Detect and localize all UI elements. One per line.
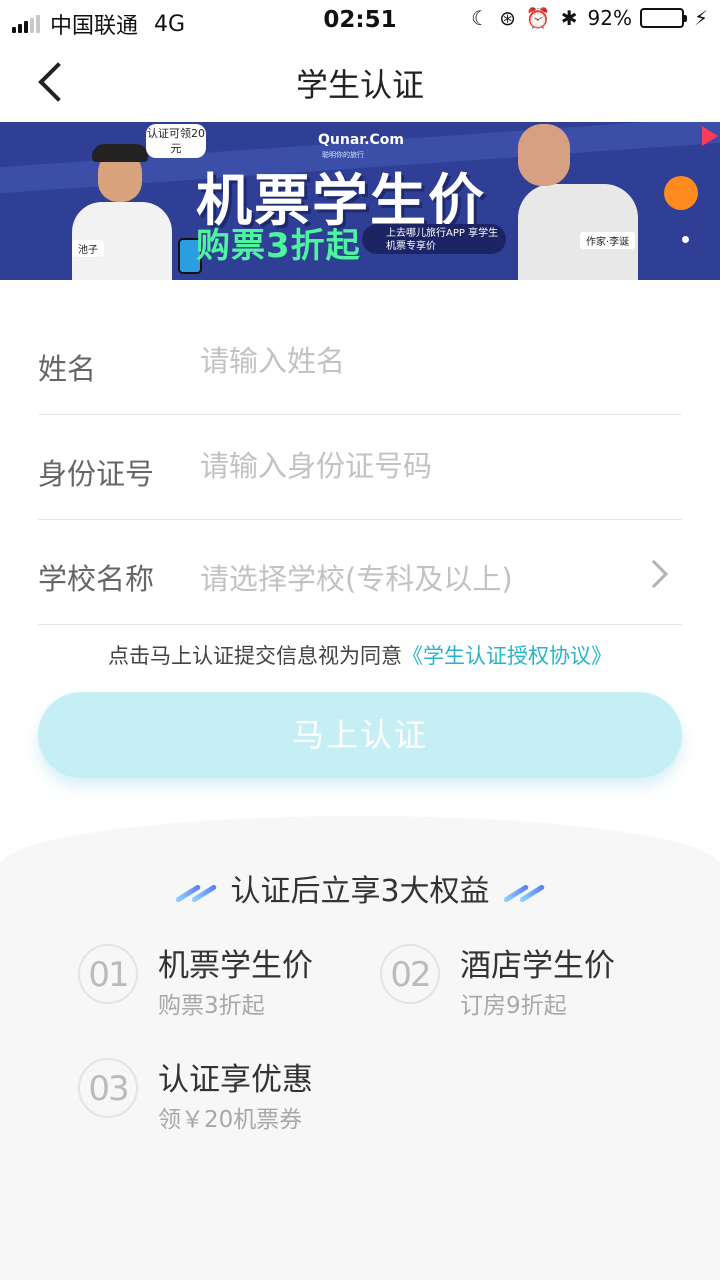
agreement-text: 点击马上认证提交信息视为同意《学生认证授权协议》: [0, 640, 720, 670]
battery-percent: 92%: [587, 6, 632, 30]
orange-dot-decoration: [664, 176, 698, 210]
school-select[interactable]: 请选择学校(专科及以上): [200, 556, 513, 598]
page: 中国联通 4G 02:51 ☾ ⊛ ⏰ ✱ 92% ⚡ 学生认证 认证可领20元…: [0, 0, 720, 1280]
chevron-right-icon[interactable]: [639, 559, 669, 589]
agreement-link[interactable]: 《学生认证授权协议》: [402, 644, 612, 668]
battery-icon: [639, 8, 687, 28]
id-row: 身份证号: [38, 415, 682, 520]
dot-decoration: [682, 236, 689, 243]
name-input[interactable]: [200, 338, 660, 384]
promo-banner[interactable]: 认证可领20元 Qunar.Com 聪明你的旅行 机票学生价 购票3折起 上去哪…: [0, 122, 720, 280]
benefit-item: 03 认证享优惠 领￥20机票券: [78, 1054, 378, 1134]
benefit-number: 03: [78, 1058, 138, 1118]
benefit-number: 01: [78, 944, 138, 1004]
school-row[interactable]: 学校名称 请选择学校(专科及以上): [38, 520, 682, 625]
student-form: 姓名 身份证号 学校名称 请选择学校(专科及以上): [38, 310, 682, 625]
benefit-item: 01 机票学生价 购票3折起: [78, 940, 378, 1020]
brand-logo: Qunar.Com: [318, 132, 404, 148]
banner-subheadline: 购票3折起: [196, 226, 361, 266]
name-row: 姓名: [38, 310, 682, 415]
benefit-item: 02 酒店学生价 订房9折起: [380, 940, 680, 1020]
benefit-subtitle: 购票3折起: [158, 993, 265, 1019]
status-right: ☾ ⊛ ⏰ ✱ 92% ⚡: [461, 6, 708, 30]
charging-icon: ⚡: [693, 6, 708, 30]
benefit-number: 02: [380, 944, 440, 1004]
rotation-lock-icon: ⊛: [499, 6, 516, 30]
triangle-decoration: [702, 126, 718, 146]
status-bar: 中国联通 4G 02:51 ☾ ⊛ ⏰ ✱ 92% ⚡: [0, 0, 720, 40]
benefit-title: 酒店学生价: [460, 948, 615, 984]
id-number-label: 身份证号: [38, 457, 155, 491]
alarm-icon: ⏰: [525, 6, 551, 30]
slash-decoration-icon: [500, 881, 548, 905]
agreement-prefix: 点击马上认证提交信息视为同意: [108, 644, 402, 668]
school-label: 学校名称: [38, 562, 155, 596]
benefit-title: 认证享优惠: [158, 1062, 313, 1098]
benefits-section: 认证后立享3大权益: [0, 816, 720, 1280]
banner-bubble: 认证可领20元: [146, 124, 206, 158]
nav-bar: 学生认证: [0, 40, 720, 122]
banner-pill: 上去哪儿旅行APP 享学生机票专享价: [362, 224, 506, 254]
benefits-heading: 认证后立享3大权益: [0, 866, 720, 910]
banner-tag-right: 作家·李诞: [580, 232, 636, 249]
banner-person-left: [68, 142, 178, 280]
benefit-subtitle: 领￥20机票券: [158, 1107, 303, 1133]
page-title: 学生认证: [295, 66, 424, 104]
name-label: 姓名: [38, 352, 97, 386]
benefit-title: 机票学生价: [158, 948, 313, 984]
banner-person-right: [508, 122, 638, 280]
slash-decoration-icon: [172, 881, 220, 905]
id-number-input[interactable]: [200, 443, 660, 489]
verify-now-button[interactable]: 马上认证: [38, 692, 682, 778]
benefits-heading-text: 认证后立享3大权益: [230, 874, 490, 909]
banner-tag-left: 池子: [72, 240, 104, 257]
bluetooth-icon: ✱: [560, 6, 578, 30]
benefit-subtitle: 订房9折起: [460, 993, 567, 1019]
moon-icon: ☾: [471, 6, 490, 30]
